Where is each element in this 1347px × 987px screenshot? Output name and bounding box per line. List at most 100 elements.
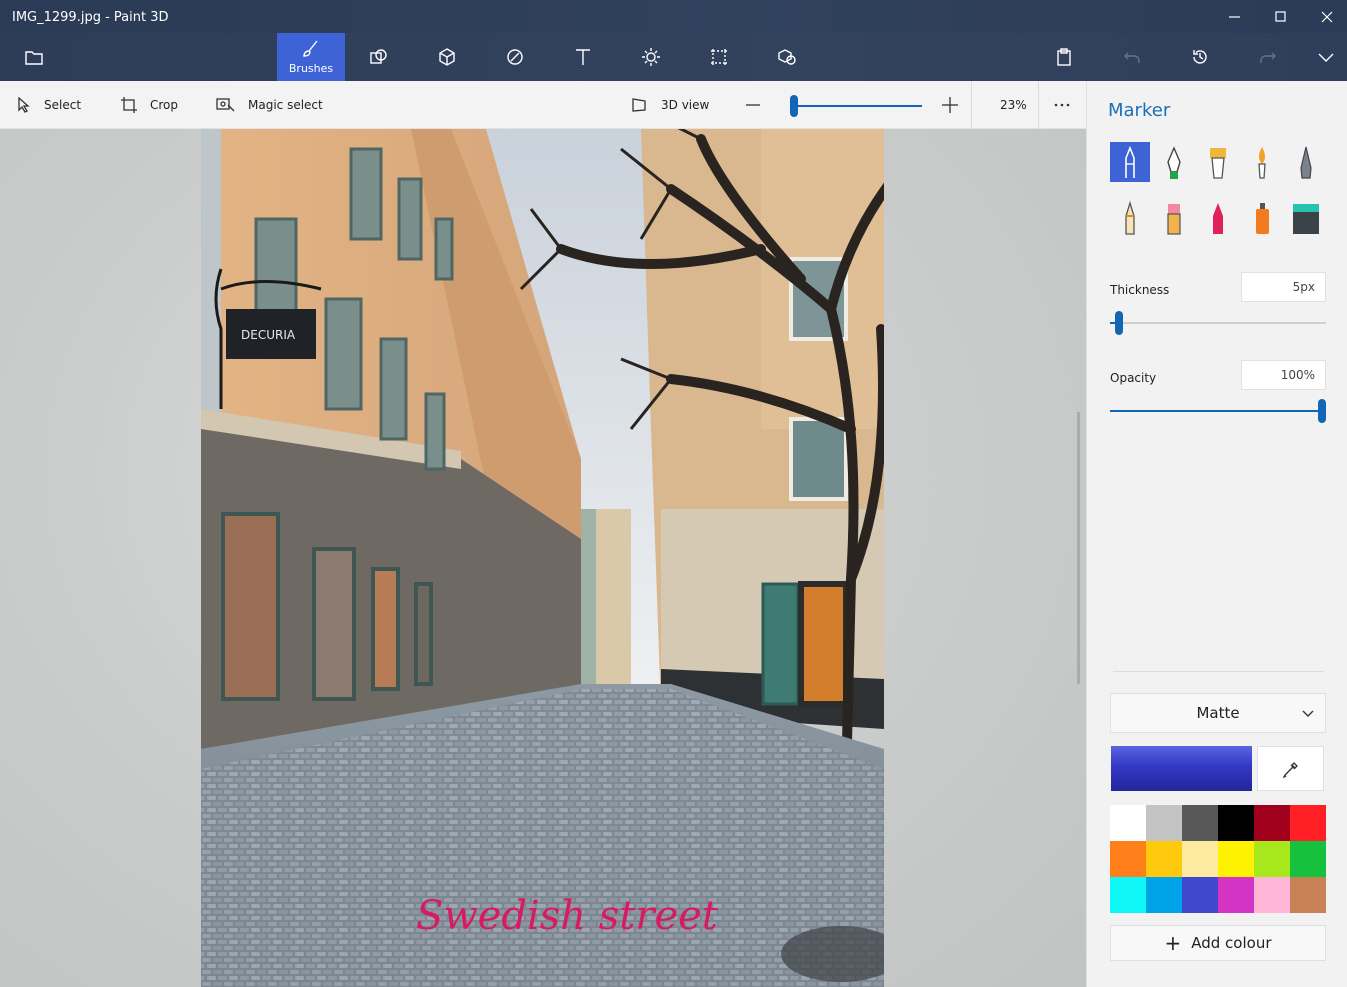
thickness-slider-thumb[interactable] <box>1114 311 1123 335</box>
paste-button[interactable] <box>1030 33 1098 81</box>
opacity-label: Opacity <box>1110 371 1157 385</box>
thickness-input[interactable]: 5px <box>1241 272 1326 302</box>
menu-button[interactable] <box>0 33 68 81</box>
palette-swatch[interactable] <box>1146 841 1182 877</box>
history-icon <box>1193 50 1207 64</box>
palette-swatch[interactable] <box>1218 805 1254 841</box>
pencil-icon <box>1125 200 1135 235</box>
opacity-input[interactable]: 100% <box>1241 360 1326 390</box>
vertical-scrollbar[interactable] <box>1077 412 1080 684</box>
zoom-slider-track[interactable] <box>790 105 922 107</box>
minimize-button[interactable] <box>1212 4 1258 30</box>
chevron-down-icon <box>1302 710 1314 717</box>
undo-button[interactable] <box>1098 33 1166 81</box>
tab-stickers[interactable] <box>481 33 549 81</box>
oil-brush-icon <box>1210 148 1226 179</box>
brush-pixel-pen[interactable] <box>1286 142 1326 182</box>
3d-view-label: 3D view <box>661 98 710 112</box>
canvas-icon <box>711 49 727 65</box>
tab-canvas[interactable] <box>685 33 753 81</box>
tab-3d-shapes[interactable] <box>413 33 481 81</box>
brush-marker[interactable] <box>1110 142 1150 182</box>
eyedropper-button[interactable] <box>1257 746 1324 791</box>
canvas-overlay-text[interactable]: Swedish street <box>416 893 719 939</box>
zoom-value: 23% <box>1000 98 1027 112</box>
panel-title: Marker <box>1108 100 1171 121</box>
palette-swatch[interactable] <box>1146 805 1182 841</box>
3d-view-icon <box>632 98 646 112</box>
brush-calligraphy-pen[interactable] <box>1154 142 1194 182</box>
brush-pencil[interactable] <box>1110 198 1150 238</box>
cube-icon <box>439 48 455 66</box>
palette-swatch[interactable] <box>1254 841 1290 877</box>
street-photo: DECURIA Swedish street <box>201 129 884 987</box>
zoom-slider-thumb[interactable] <box>790 95 798 117</box>
maximize-button[interactable] <box>1258 4 1304 30</box>
brush-icon <box>303 40 318 57</box>
current-color-swatch[interactable] <box>1111 746 1252 791</box>
canvas-toolbar: Select Crop Magic select 3D view 23% <box>0 81 1086 129</box>
toolbar-divider <box>971 81 972 129</box>
plus-icon <box>942 97 958 113</box>
magic-select-button[interactable]: Magic select <box>216 81 323 129</box>
palette-swatch[interactable] <box>1218 877 1254 913</box>
palette-swatch[interactable] <box>1218 841 1254 877</box>
history-button[interactable] <box>1166 33 1234 81</box>
close-icon <box>1321 11 1333 23</box>
zoom-out-button[interactable] <box>745 81 773 129</box>
brush-eraser[interactable] <box>1154 198 1194 238</box>
color-palette <box>1110 805 1326 913</box>
palette-swatch[interactable] <box>1110 805 1146 841</box>
redo-icon <box>1260 52 1276 63</box>
tab-brushes[interactable]: Brushes <box>277 33 345 81</box>
magic-select-icon <box>216 98 235 112</box>
finish-dropdown[interactable]: Matte <box>1110 693 1326 733</box>
crop-label: Crop <box>150 98 179 112</box>
palette-swatch[interactable] <box>1254 877 1290 913</box>
chevron-down-icon <box>1318 53 1334 62</box>
brush-oil[interactable] <box>1198 142 1238 182</box>
select-button[interactable]: Select <box>16 81 81 129</box>
3d-view-button[interactable]: 3D view <box>631 81 709 129</box>
minimize-icon <box>1229 16 1240 18</box>
expand-ribbon-button[interactable] <box>1292 33 1347 81</box>
tab-3d-library[interactable] <box>753 33 821 81</box>
palette-swatch[interactable] <box>1110 841 1146 877</box>
brush-watercolor[interactable] <box>1242 142 1282 182</box>
spray-can-icon <box>1256 203 1269 234</box>
thickness-slider-track[interactable] <box>1110 322 1326 324</box>
tab-effects[interactable] <box>617 33 685 81</box>
tab-2d-shapes[interactable] <box>345 33 413 81</box>
add-colour-button[interactable]: + Add colour <box>1110 925 1326 961</box>
zoom-in-button[interactable] <box>941 81 971 129</box>
palette-swatch[interactable] <box>1182 877 1218 913</box>
title-bar: IMG_1299.jpg - Paint 3D <box>0 0 1347 33</box>
brush-fill[interactable] <box>1286 198 1326 238</box>
calligraphy-pen-icon <box>1167 146 1181 179</box>
palette-swatch[interactable] <box>1146 877 1182 913</box>
crop-button[interactable]: Crop <box>120 81 178 129</box>
clipboard-icon <box>1057 48 1071 66</box>
close-button[interactable] <box>1304 4 1347 30</box>
canvas-photo[interactable]: DECURIA Swedish street <box>201 129 884 987</box>
palette-swatch[interactable] <box>1254 805 1290 841</box>
palette-swatch[interactable] <box>1290 805 1326 841</box>
crayon-icon <box>1213 203 1223 234</box>
sticker-icon <box>507 49 523 65</box>
palette-swatch[interactable] <box>1182 805 1218 841</box>
palette-swatch[interactable] <box>1110 877 1146 913</box>
marker-icon <box>1125 145 1135 178</box>
more-options-button[interactable] <box>1053 81 1083 129</box>
cursor-icon <box>18 97 30 113</box>
brush-crayon[interactable] <box>1198 198 1238 238</box>
eyedropper-icon <box>1282 761 1298 778</box>
brush-spray-can[interactable] <box>1242 198 1282 238</box>
eraser-icon <box>1167 204 1181 235</box>
add-colour-label: Add colour <box>1191 934 1272 952</box>
tab-text[interactable] <box>549 33 617 81</box>
shop-sign-text: DECURIA <box>241 328 296 342</box>
opacity-slider-thumb[interactable] <box>1318 399 1326 423</box>
palette-swatch[interactable] <box>1290 841 1326 877</box>
palette-swatch[interactable] <box>1182 841 1218 877</box>
palette-swatch[interactable] <box>1290 877 1326 913</box>
